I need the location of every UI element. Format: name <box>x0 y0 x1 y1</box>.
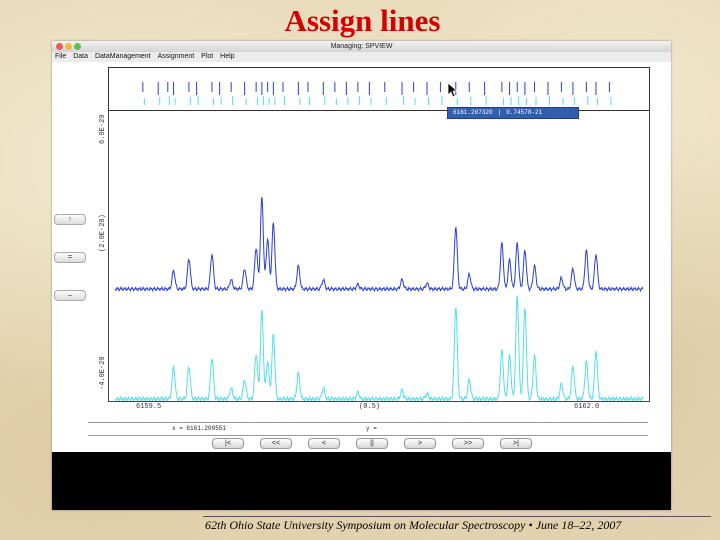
cursor-coordinates-tooltip: 6161.207320 | 0.74578-21 <box>447 107 579 119</box>
status-bar: x = 6161.209551 y = <box>88 422 648 436</box>
slide-title: Assign lines <box>284 3 441 38</box>
window-title: Managing: SPVIEW <box>330 43 393 50</box>
forward-button[interactable]: > <box>404 438 436 449</box>
mouse-pointer-icon <box>447 82 459 103</box>
menu-data[interactable]: Data <box>73 53 88 60</box>
window-titlebar: Managing: SPVIEW <box>52 41 671 52</box>
pause-button[interactable]: || <box>356 438 388 449</box>
spectrum-plot-area[interactable] <box>108 109 650 403</box>
tooltip-x-value: 6161.207320 <box>453 109 493 116</box>
empty-console-area <box>52 452 671 510</box>
spectrum-panel: ↑ = – 6161.207320 | 0.74578-21 6.0E-20 (2.… <box>52 62 671 452</box>
first-button[interactable]: |< <box>212 438 244 449</box>
menu-plot[interactable]: Plot <box>201 53 213 60</box>
footer-divider <box>203 516 711 517</box>
y-tick-middle: (2.0E-20) <box>99 214 107 252</box>
spectrum-series-2 <box>114 296 644 403</box>
y-tick-bottom: -4.0E-20 <box>99 356 107 390</box>
x-tick-middle: (0.5) <box>359 403 381 411</box>
menu-data-management[interactable]: DataManagement <box>95 53 151 60</box>
zoom-out-button[interactable]: – <box>54 290 86 301</box>
x-tick-left: 6159.5 <box>136 403 162 411</box>
menu-assignment[interactable]: Assignment <box>158 53 195 60</box>
spectrum-traces <box>114 197 644 403</box>
spview-window: Managing: SPVIEW File Data DataManagemen… <box>52 41 671 510</box>
line-markers <box>142 82 612 105</box>
reset-zoom-button[interactable]: = <box>54 252 86 263</box>
spectrum-series-1 <box>114 197 644 293</box>
x-readout: x = 6161.209551 <box>172 425 227 432</box>
tooltip-y-value: 0.74578-21 <box>506 109 543 116</box>
fast-forward-button[interactable]: >> <box>452 438 484 449</box>
line-assignment-strip[interactable] <box>108 67 650 111</box>
zoom-in-button[interactable]: ↑ <box>54 214 86 225</box>
last-button[interactable]: >| <box>500 438 532 449</box>
fast-back-button[interactable]: << <box>260 438 292 449</box>
slide-footer: 62th Ohio State University Symposium on … <box>205 518 622 532</box>
y-tick-top: 6.0E-20 <box>99 114 107 144</box>
y-readout: y = <box>366 425 377 432</box>
back-button[interactable]: < <box>308 438 340 449</box>
menu-help[interactable]: Help <box>220 53 234 60</box>
navigation-bar: |< << < || > >> >| <box>52 437 671 451</box>
menu-file[interactable]: File <box>55 53 66 60</box>
x-tick-right: 6162.0 <box>574 403 600 411</box>
